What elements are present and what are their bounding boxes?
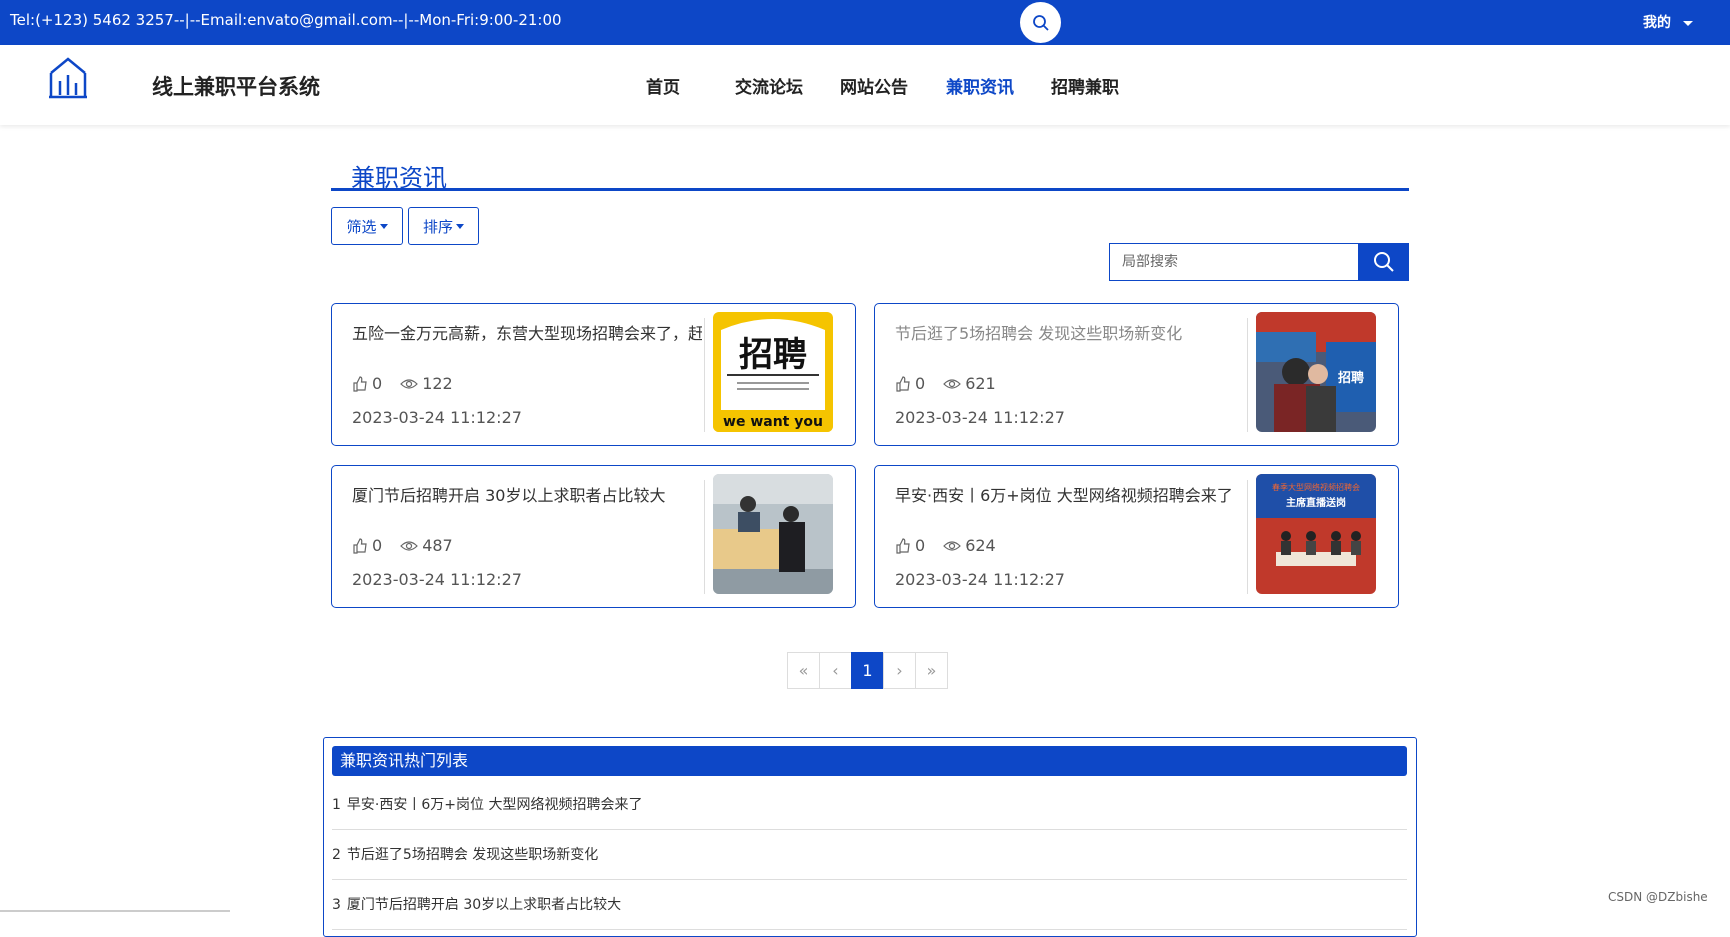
news-card[interactable]: 节后逛了5场招聘会 发现这些职场新变化 0 621 2023-03-24 11:… (874, 303, 1399, 446)
news-card[interactable]: 早安·西安丨6万+岗位 大型网络视频招聘会来了 0 624 2023-03-24… (874, 465, 1399, 608)
news-card[interactable]: 厦门节后招聘开启 30岁以上求职者占比较大 0 487 2023-03-24 1… (331, 465, 856, 608)
search-icon (1032, 14, 1049, 31)
page-last-button[interactable]: » (915, 652, 948, 689)
likes-count: 0 (915, 536, 926, 555)
news-card-title: 节后逛了5场招聘会 发现这些职场新变化 (895, 324, 1183, 343)
news-card-title: 五险一金万元高薪，东营大型现场招聘会来了，赶 (352, 324, 702, 343)
contact-info: Tel:(+123) 5462 3257--|--Email:envato@gm… (10, 11, 562, 29)
nav-announcements[interactable]: 网站公告 (840, 73, 908, 98)
poster-tag-text: we want you (723, 414, 823, 430)
nav-home[interactable]: 首页 (646, 73, 680, 98)
interview-desk-photo (713, 474, 833, 594)
news-card-title: 厦门节后招聘开启 30岁以上求职者占比较大 (352, 486, 666, 505)
news-card-thumbnail[interactable]: 招聘 we want you (713, 312, 833, 432)
site-title: 线上兼职平台系统 (152, 75, 320, 99)
hot-list-rank: 2 (332, 847, 341, 863)
news-card-thumbnail[interactable]: 春季大型网络视频招聘会 主席直播送岗 (1256, 474, 1376, 594)
hot-list-text: 厦门节后招聘开启 30岁以上求职者占比较大 (346, 897, 622, 913)
nav-recruitment[interactable]: 招聘兼职 (1051, 73, 1119, 98)
user-menu[interactable]: 我的 (1643, 12, 1693, 32)
thumbs-up-icon (896, 537, 910, 554)
sort-dropdown[interactable]: 排序 (408, 207, 479, 245)
page-next-button[interactable]: › (883, 652, 916, 689)
news-card-stats: 0 624 (895, 536, 996, 555)
stage-banner-line-2: 主席直播送岗 (1286, 496, 1346, 509)
news-card-stats: 0 621 (895, 374, 996, 393)
filter-label: 筛选 (346, 217, 377, 236)
card-divider (704, 480, 705, 594)
hot-list-panel: 兼职资讯热门列表 1 早安·西安丨6万+岗位 大型网络视频招聘会来了 2 节后逛了5… (323, 737, 1417, 937)
local-search-input[interactable] (1109, 243, 1359, 281)
hot-list-text: 早安·西安丨6万+岗位 大型网络视频招聘会来了 (346, 797, 643, 813)
nav-forum[interactable]: 交流论坛 (735, 73, 803, 98)
stage-banner-line-1: 春季大型网络视频招聘会 (1272, 482, 1360, 492)
chevron-down-icon (1683, 20, 1693, 26)
hot-list-text: 节后逛了5场招聘会 发现这些职场新变化 (346, 847, 599, 863)
hot-list-title: 兼职资讯热门列表 (332, 746, 1407, 776)
news-card-stats: 0 122 (352, 374, 453, 393)
top-search-button[interactable] (1020, 2, 1061, 43)
hot-list-rank: 3 (332, 897, 341, 913)
page-current-button[interactable]: 1 (851, 652, 884, 689)
card-divider (704, 318, 705, 432)
page-prev-button[interactable]: ‹ (819, 652, 852, 689)
thumbs-up-icon (353, 537, 367, 554)
views-count: 487 (422, 536, 453, 555)
eye-icon (400, 540, 419, 551)
news-card-thumbnail[interactable] (713, 474, 833, 594)
site-logo[interactable] (48, 55, 88, 105)
sort-label: 排序 (422, 217, 453, 236)
news-card-thumbnail[interactable]: 招聘 (1256, 312, 1376, 432)
job-fair-photo: 招聘 (1256, 312, 1376, 432)
search-icon (1373, 252, 1394, 272)
hot-list-item[interactable]: 1 早安·西安丨6万+岗位 大型网络视频招聘会来了 (332, 780, 1407, 830)
eye-icon (943, 540, 962, 551)
eye-icon (943, 378, 962, 389)
hot-list-rank: 1 (332, 797, 341, 813)
news-card[interactable]: 五险一金万元高薪，东营大型现场招聘会来了，赶 0 122 2023-03-24 … (331, 303, 856, 446)
news-card-date: 2023-03-24 11:12:27 (895, 570, 1065, 589)
news-card-title: 早安·西安丨6万+岗位 大型网络视频招聘会来了 (895, 486, 1233, 505)
likes-count: 0 (372, 374, 383, 393)
views-count: 621 (965, 374, 996, 393)
eye-icon (400, 378, 419, 389)
views-count: 122 (422, 374, 453, 393)
news-card-date: 2023-03-24 11:12:27 (895, 408, 1065, 427)
likes-count: 0 (915, 374, 926, 393)
card-divider (1247, 318, 1248, 432)
caret-down-icon (379, 223, 388, 229)
building-logo-icon (49, 57, 87, 99)
hot-list-item[interactable]: 3 厦门节后招聘开启 30岁以上求职者占比较大 (332, 880, 1407, 930)
thumbs-up-icon (896, 375, 910, 392)
page-title: 兼职资讯 (351, 164, 447, 192)
caret-down-icon (456, 223, 464, 229)
local-search-button[interactable] (1358, 243, 1409, 281)
likes-count: 0 (372, 536, 383, 555)
card-divider (1247, 480, 1248, 594)
user-menu-label: 我的 (1643, 15, 1671, 31)
section-header: 兼职资讯 (331, 156, 1409, 192)
news-card-date: 2023-03-24 11:12:27 (352, 408, 522, 427)
watermark: CSDN @DZbishe (1608, 890, 1708, 904)
poster-big-text: 招聘 (739, 335, 807, 375)
views-count: 624 (965, 536, 996, 555)
hot-list-item[interactable]: 2 节后逛了5场招聘会 发现这些职场新变化 (332, 830, 1407, 880)
livestream-stage-photo: 春季大型网络视频招聘会 主席直播送岗 (1256, 474, 1376, 594)
main-navbar: 线上兼职平台系统 首页 交流论坛 网站公告 兼职资讯 招聘兼职 (0, 45, 1730, 125)
thumbs-up-icon (353, 375, 367, 392)
nav-job-news[interactable]: 兼职资讯 (946, 73, 1014, 98)
recruit-poster-image: 招聘 we want you (713, 312, 833, 432)
filter-dropdown[interactable]: 筛选 (331, 207, 403, 245)
top-bar: Tel:(+123) 5462 3257--|--Email:envato@gm… (0, 0, 1730, 45)
news-card-date: 2023-03-24 11:12:27 (352, 570, 522, 589)
page-first-button[interactable]: « (787, 652, 820, 689)
fair-sign-text: 招聘 (1338, 370, 1364, 386)
news-card-stats: 0 487 (352, 536, 453, 555)
pagination: « ‹ 1 › » (787, 652, 948, 689)
